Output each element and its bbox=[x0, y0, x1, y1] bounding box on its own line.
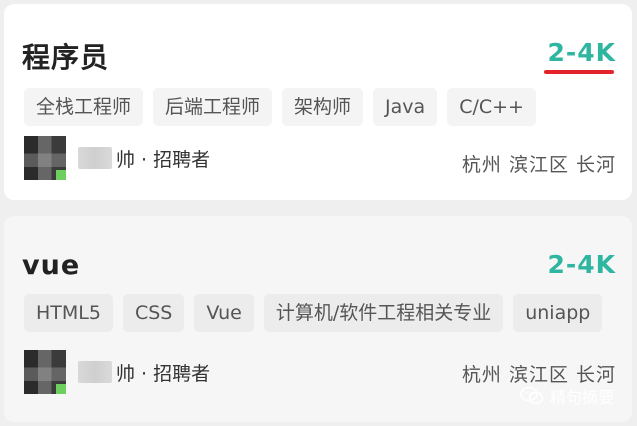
blurred-recruiter-name bbox=[78, 361, 112, 383]
watermark-text: 精句摘要 bbox=[549, 388, 614, 407]
recruiter-info: 帅 · 招聘者 bbox=[24, 136, 210, 180]
salary-label: 2-4K bbox=[547, 38, 616, 67]
salary-label: 2-4K bbox=[547, 250, 616, 279]
red-underline-annotation bbox=[544, 70, 614, 74]
recruiter-info: 帅 · 招聘者 bbox=[24, 350, 210, 394]
avatar bbox=[24, 136, 66, 180]
job-card[interactable]: vue 2-4K HTML5 CSS Vue 计算机/软件工程相关专业 unia… bbox=[4, 216, 632, 422]
watermark: 精句摘要 bbox=[520, 384, 614, 408]
tag: 全栈工程师 bbox=[24, 88, 144, 126]
tag: C/C++ bbox=[447, 88, 536, 126]
tag: Vue bbox=[194, 294, 254, 332]
tag-list: 全栈工程师 后端工程师 架构师 Java C/C++ bbox=[24, 88, 536, 126]
tag: HTML5 bbox=[24, 294, 113, 332]
job-card[interactable]: 程序员 2-4K 全栈工程师 后端工程师 架构师 Java C/C++ 帅 · … bbox=[4, 4, 632, 200]
tag-list: HTML5 CSS Vue 计算机/软件工程相关专业 uniapp bbox=[24, 294, 603, 332]
recruiter-label: 帅 · 招聘者 bbox=[116, 148, 211, 171]
job-location: 杭州 滨江区 长河 bbox=[461, 364, 616, 386]
job-title: vue bbox=[22, 250, 81, 281]
tag: 架构师 bbox=[282, 88, 364, 126]
job-location: 杭州 滨江区 长河 bbox=[461, 154, 616, 176]
blurred-recruiter-name bbox=[78, 147, 112, 169]
recruiter-label: 帅 · 招聘者 bbox=[116, 362, 211, 385]
tag: 后端工程师 bbox=[153, 88, 273, 126]
tag: uniapp bbox=[513, 294, 603, 332]
tag: Java bbox=[373, 88, 438, 126]
wechat-icon bbox=[520, 386, 544, 405]
online-status-dot bbox=[56, 170, 66, 180]
job-list-page: 程序员 2-4K 全栈工程师 后端工程师 架构师 Java C/C++ 帅 · … bbox=[0, 0, 637, 426]
tag: 计算机/软件工程相关专业 bbox=[263, 294, 504, 332]
online-status-dot bbox=[56, 384, 66, 394]
avatar bbox=[24, 350, 66, 394]
job-title: 程序员 bbox=[22, 41, 110, 74]
tag: CSS bbox=[122, 294, 185, 332]
